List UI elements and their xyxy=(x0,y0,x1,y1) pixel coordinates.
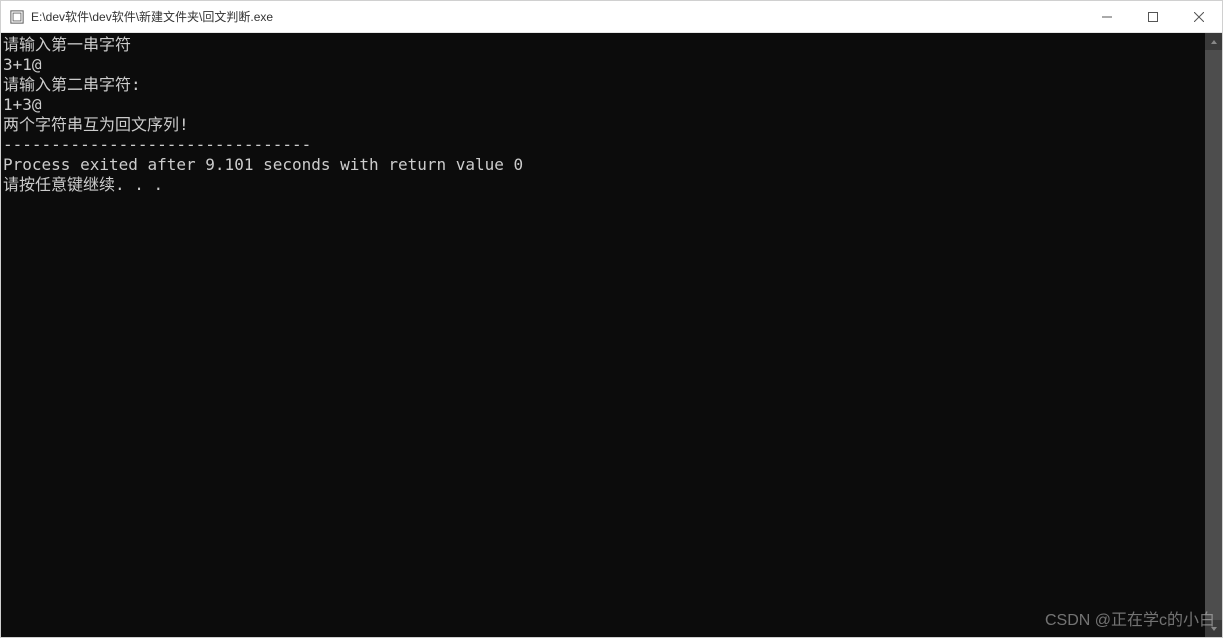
vertical-scrollbar[interactable] xyxy=(1205,33,1222,637)
scroll-track[interactable] xyxy=(1205,50,1222,620)
app-icon xyxy=(9,9,25,25)
app-window: E:\dev软件\dev软件\新建文件夹\回文判断.exe 请输入第一串字符 3… xyxy=(0,0,1223,638)
console-output[interactable]: 请输入第一串字符 3+1@ 请输入第二串字符: 1+3@ 两个字符串互为回文序列… xyxy=(1,33,1205,637)
close-button[interactable] xyxy=(1176,1,1222,32)
console-area: 请输入第一串字符 3+1@ 请输入第二串字符: 1+3@ 两个字符串互为回文序列… xyxy=(1,33,1222,637)
window-controls xyxy=(1084,1,1222,32)
window-title: E:\dev软件\dev软件\新建文件夹\回文判断.exe xyxy=(31,8,1084,25)
scroll-down-arrow[interactable] xyxy=(1205,620,1222,637)
maximize-button[interactable] xyxy=(1130,1,1176,32)
scroll-up-arrow[interactable] xyxy=(1205,33,1222,50)
scroll-thumb[interactable] xyxy=(1205,50,1222,620)
titlebar[interactable]: E:\dev软件\dev软件\新建文件夹\回文判断.exe xyxy=(1,1,1222,33)
minimize-button[interactable] xyxy=(1084,1,1130,32)
